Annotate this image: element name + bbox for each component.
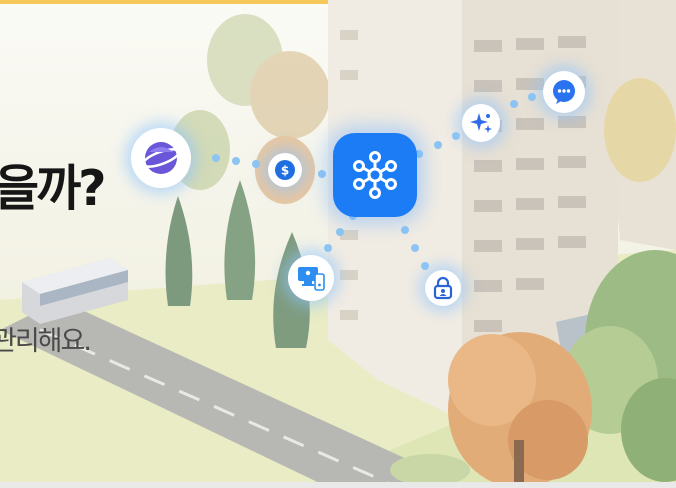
ai-sparkle-icon[interactable] [462,104,500,142]
connection-dot [434,141,442,149]
connection-dot [401,226,409,234]
connection-dot [318,170,326,178]
samsung-pay-icon[interactable]: $ [268,153,302,187]
connection-dot [324,244,332,252]
connection-dot [336,228,344,236]
headline-text: 을까? [0,160,107,217]
connection-dot [528,93,536,101]
svg-text:$: $ [281,164,289,178]
subline-text: 관리해요. [0,326,92,357]
connection-dot [411,244,419,252]
chat-bubble-icon[interactable] [543,71,585,113]
lock-security-icon[interactable] [425,270,461,306]
bottom-border [0,482,676,488]
connection-dot [252,160,260,168]
samsung-internet-icon[interactable] [131,128,191,188]
connection-dot [232,157,240,165]
connection-dot [212,154,220,162]
connection-dot [452,132,460,140]
connection-dot [421,262,429,270]
monitor-device-icon[interactable] [288,255,334,301]
connection-dot [510,100,518,108]
promo-banner[interactable]: 을까? 관리해요. $ [0,0,676,488]
smartthings-hub-icon[interactable] [333,133,417,217]
